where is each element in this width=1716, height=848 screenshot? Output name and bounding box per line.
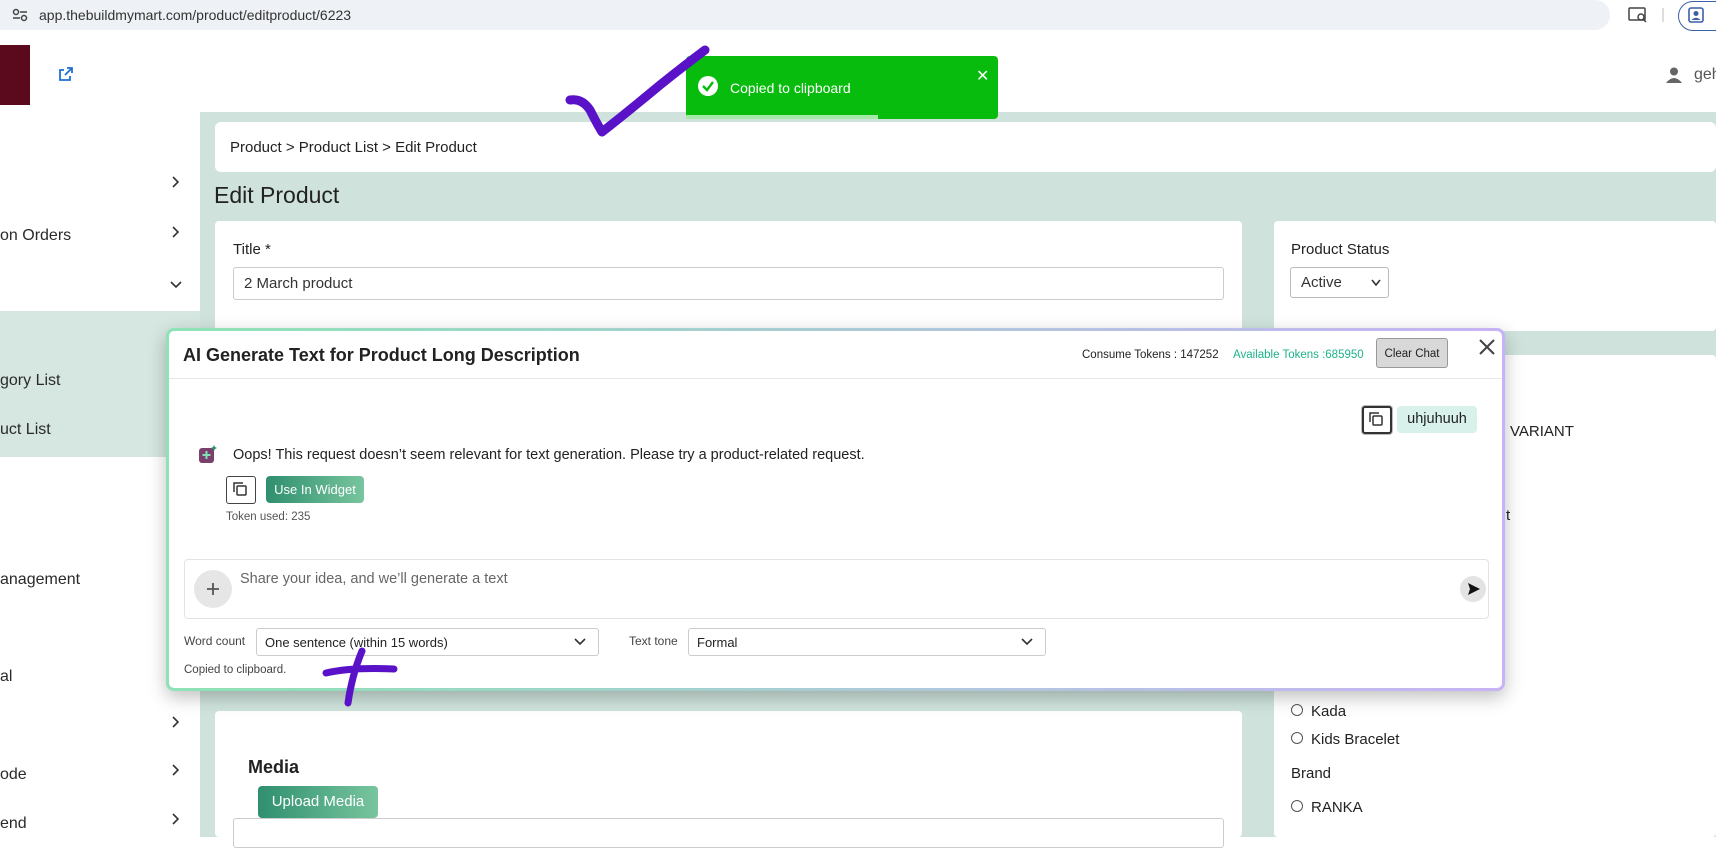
category-label-kada: Kada	[1311, 703, 1347, 720]
chevron-down-icon	[1371, 279, 1381, 287]
use-in-widget-button[interactable]: Use In Widget	[266, 476, 364, 503]
product-status-value: Active	[1301, 274, 1342, 291]
copy-icon	[1369, 412, 1383, 426]
copy-icon	[233, 482, 247, 496]
scribble-annotation-icon	[322, 647, 398, 707]
category-label-kids-bracelet: Kids Bracelet	[1311, 731, 1400, 748]
ai-generate-modal: AI Generate Text for Product Long Descri…	[166, 328, 1505, 691]
chevron-down-icon	[1021, 638, 1033, 646]
product-status-label: Product Status	[1291, 241, 1390, 258]
plus-icon	[207, 583, 219, 595]
consume-tokens: Consume Tokens : 147252	[1082, 349, 1219, 361]
close-icon[interactable]: ✕	[976, 66, 989, 86]
chevron-right-icon[interactable]	[170, 176, 182, 188]
upload-media-button[interactable]: Upload Media	[258, 786, 378, 818]
sidebar-item-orders[interactable]: on Orders	[0, 227, 71, 245]
category-radio-kids-bracelet[interactable]	[1291, 732, 1303, 744]
brand-label: Brand	[1291, 765, 1332, 782]
partial-text: t	[1506, 507, 1511, 524]
close-icon[interactable]	[1477, 337, 1497, 357]
external-link-icon[interactable]	[58, 66, 74, 82]
chevron-right-icon[interactable]	[170, 813, 182, 825]
send-button[interactable]	[1460, 576, 1486, 602]
chevron-down-icon[interactable]	[170, 279, 182, 291]
sidebar-item-al[interactable]: al	[0, 668, 12, 686]
chevron-right-icon[interactable]	[170, 226, 182, 238]
chevron-right-icon[interactable]	[170, 764, 182, 776]
toast-notification: Copied to clipboard ✕	[686, 56, 998, 119]
user-icon[interactable]	[1665, 66, 1683, 84]
variant-text: VARIANT	[1510, 423, 1574, 440]
brand-label-ranka: RANKA	[1311, 799, 1363, 816]
screen-search-icon[interactable]	[1628, 6, 1648, 24]
ai-sparkle-icon	[199, 445, 217, 463]
breadcrumb[interactable]: Product > Product List > Edit Product	[230, 139, 477, 156]
word-count-label: Word count	[184, 634, 246, 648]
product-status-select[interactable]: Active	[1290, 267, 1389, 298]
ai-message: Oops! This request doesn’t seem relevant…	[233, 447, 865, 463]
text-tone-label: Text tone	[629, 634, 678, 648]
profile-icon	[1688, 7, 1704, 23]
modal-title: AI Generate Text for Product Long Descri…	[183, 345, 580, 365]
sidebar-item-product-list[interactable]: uct List	[0, 421, 51, 439]
toast-text: Copied to clipboard	[730, 80, 851, 96]
token-used: Token used: 235	[226, 511, 311, 523]
media-dropzone[interactable]	[233, 818, 1224, 848]
copy-ai-message-button[interactable]	[226, 476, 256, 504]
send-icon	[1468, 583, 1480, 595]
sidebar-item-category-list[interactable]: gory List	[0, 372, 60, 390]
word-count-select[interactable]: One sentence (within 15 words)	[256, 628, 599, 656]
site-settings-icon[interactable]	[12, 8, 28, 22]
chevron-down-icon	[574, 638, 586, 646]
copy-user-message-button[interactable]	[1362, 406, 1392, 434]
browser-profile-button[interactable]	[1678, 1, 1716, 31]
sidebar-item-end[interactable]: end	[0, 815, 27, 833]
category-radio-kada[interactable]	[1291, 704, 1303, 716]
title-input[interactable]: 2 March product	[233, 267, 1224, 300]
clear-chat-button[interactable]: Clear Chat	[1376, 338, 1448, 368]
available-tokens: Available Tokens :685950	[1233, 349, 1364, 361]
brand-radio-ranka[interactable]	[1291, 800, 1303, 812]
user-message: uhjuhuuh	[1397, 406, 1477, 433]
media-title: Media	[248, 757, 300, 777]
address-bar[interactable]: app.thebuildmymart.com/product/editprodu…	[0, 0, 1610, 30]
url-text: app.thebuildmymart.com/product/editprodu…	[39, 7, 352, 23]
brand-logo[interactable]	[0, 45, 30, 105]
modal-divider	[169, 378, 1502, 379]
chevron-right-icon[interactable]	[170, 716, 182, 728]
text-tone-select[interactable]: Formal	[688, 628, 1046, 656]
title-label: Title *	[233, 241, 271, 258]
copied-status-text: Copied to clipboard.	[184, 664, 287, 676]
sidebar-item-management[interactable]: anagement	[0, 571, 80, 589]
page-title: Edit Product	[214, 182, 340, 208]
sidebar-item-code[interactable]: ode	[0, 766, 27, 784]
browser-toolbar: app.thebuildmymart.com/product/editprodu…	[0, 0, 1716, 34]
text-tone-value: Formal	[697, 635, 738, 650]
username[interactable]: geh	[1694, 66, 1716, 84]
chat-input-box[interactable]: Share your idea, and we’ll generate a te…	[184, 559, 1489, 619]
divider-icon	[1662, 8, 1664, 22]
checkmark-annotation-icon	[565, 45, 710, 137]
add-attachment-button[interactable]	[194, 570, 232, 608]
chat-input-placeholder[interactable]: Share your idea, and we’ll generate a te…	[240, 571, 508, 587]
